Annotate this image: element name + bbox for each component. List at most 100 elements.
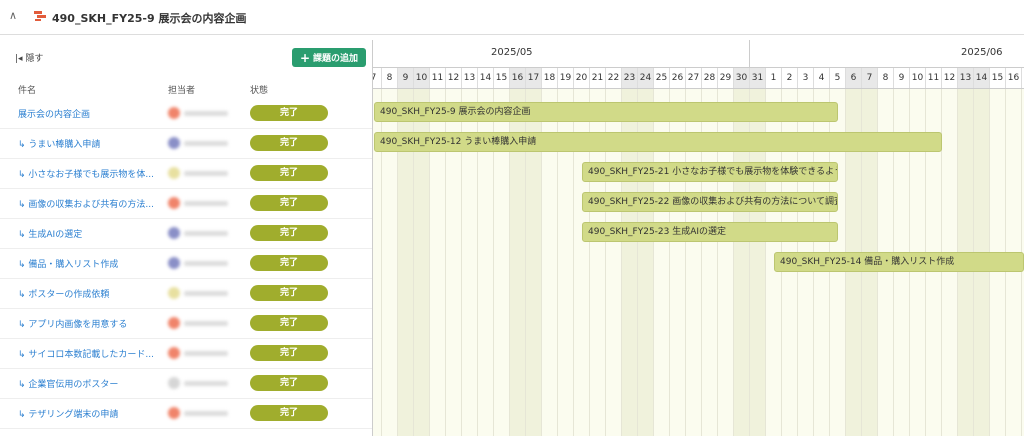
day-header-cell: 9: [398, 68, 414, 88]
column-header-assignee[interactable]: 担当者: [168, 83, 195, 96]
assignee-name-blurred: [184, 351, 228, 356]
status-badge[interactable]: 完了: [250, 195, 328, 211]
page-title: 490_SKH_FY25-9 展示会の内容企画: [52, 12, 247, 25]
month-label-may: 2025/05: [491, 47, 533, 58]
assignee-avatar: [168, 406, 240, 420]
gantt-task-bar[interactable]: 490_SKH_FY25-21 小さなお子様でも展示物を体験できるように、入力の…: [582, 162, 838, 182]
day-header-cell: 9: [894, 68, 910, 88]
day-header-cell: 14: [974, 68, 990, 88]
hide-button[interactable]: |◂ 隠す: [15, 51, 43, 64]
table-row[interactable]: ↳ テザリング端末の申請 完了: [0, 398, 372, 429]
gantt-task-bar[interactable]: 490_SKH_FY25-9 展示会の内容企画: [374, 102, 838, 122]
task-name-link[interactable]: ↳ 企業官伝用のポスター: [18, 377, 160, 390]
day-header-cell: 7: [373, 68, 382, 88]
status-badge[interactable]: 完了: [250, 135, 328, 151]
day-header-cell: 10: [414, 68, 430, 88]
day-header-cell: 20: [574, 68, 590, 88]
table-row[interactable]: ↳ サイコロ本数記載したカード... 完了: [0, 338, 372, 369]
day-header: 7 8 9 10 11 12 13 14 15 16 17 18 19 20 21 22 23 24 25 26 27 2…: [373, 68, 1024, 89]
month-header: 2025/05 2025/06: [373, 40, 1024, 68]
day-header-cell: 16: [1006, 68, 1022, 88]
table-row[interactable]: ↳ うまい棒購入申請 完了: [0, 128, 372, 159]
plus-icon: +: [299, 50, 311, 65]
avatar: [168, 227, 180, 239]
table-row[interactable]: ↳ ポスターの作成依頼 完了: [0, 278, 372, 309]
gantt-chart: 2025/05 2025/06 7 8 9 10 11 12 13 14 15 16 17 18 19 2…: [373, 40, 1024, 436]
avatar: [168, 257, 180, 269]
status-badge[interactable]: 完了: [250, 165, 328, 181]
day-header-cell: 26: [670, 68, 686, 88]
task-list-panel: |◂ 隠す + 課題の追加 件名 担当者 状態 展示会の内容企画 完了 ↳ うまい棒…: [0, 40, 373, 436]
day-header-cell: 1: [766, 68, 782, 88]
day-header-cell: 16: [510, 68, 526, 88]
table-row[interactable]: ↳ 企業官伝用のポスター 完了: [0, 368, 372, 399]
day-header-cell: 6: [846, 68, 862, 88]
assignee-name-blurred: [184, 321, 228, 326]
gantt-task-bar[interactable]: 490_SKH_FY25-22 画像の収集および共有の方法について調査する: [582, 192, 838, 212]
assignee-name-blurred: [184, 261, 228, 266]
status-badge[interactable]: 完了: [250, 375, 328, 391]
day-header-cell: 15: [494, 68, 510, 88]
table-row[interactable]: ↳ 生成AIの選定 完了: [0, 218, 372, 249]
day-header-cell: 8: [382, 68, 398, 88]
task-name-link[interactable]: ↳ サイコロ本数記載したカード...: [18, 347, 160, 360]
day-header-cell: 12: [942, 68, 958, 88]
day-header-cell: 30: [734, 68, 750, 88]
day-header-cell: 11: [926, 68, 942, 88]
avatar: [168, 377, 180, 389]
chevron-up-icon[interactable]: ∧: [9, 9, 17, 22]
assignee-name-blurred: [184, 381, 228, 386]
status-badge[interactable]: 完了: [250, 225, 328, 241]
status-badge[interactable]: 完了: [250, 255, 328, 271]
add-issue-label: 課題の追加: [313, 54, 359, 64]
status-badge[interactable]: 完了: [250, 315, 328, 331]
status-badge[interactable]: 完了: [250, 285, 328, 301]
task-name-link[interactable]: ↳ テザリング端末の申請: [18, 407, 160, 420]
task-name-link[interactable]: ↳ 画像の収集および共有の方法...: [18, 197, 160, 210]
status-badge[interactable]: 完了: [250, 345, 328, 361]
hide-label: 隠す: [25, 54, 44, 64]
task-name-link[interactable]: ↳ 生成AIの選定: [18, 227, 160, 240]
assignee-name-blurred: [184, 411, 228, 416]
status-badge[interactable]: 完了: [250, 105, 328, 121]
day-header-cell: 10: [910, 68, 926, 88]
gantt-task-bar[interactable]: 490_SKH_FY25-14 備品・購入リスト作成: [774, 252, 1024, 272]
task-name-link[interactable]: ↳ 備品・購入リスト作成: [18, 257, 160, 270]
status-badge[interactable]: 完了: [250, 405, 328, 421]
table-row[interactable]: ↳ アプリ内画像を用意する 完了: [0, 308, 372, 339]
day-header-cell: 13: [958, 68, 974, 88]
day-header-cell: 23: [622, 68, 638, 88]
table-row[interactable]: ↳ 小さなお子様でも展示物を体... 完了: [0, 158, 372, 189]
assignee-avatar: [168, 286, 240, 300]
avatar: [168, 167, 180, 179]
task-name-link[interactable]: ↳ アプリ内画像を用意する: [18, 317, 160, 330]
gantt-task-bar[interactable]: 490_SKH_FY25-12 うまい棒購入申請: [374, 132, 942, 152]
assignee-avatar: [168, 196, 240, 210]
table-row[interactable]: ↳ 画像の収集および共有の方法... 完了: [0, 188, 372, 219]
gantt-task-bar[interactable]: 490_SKH_FY25-23 生成AIの選定: [582, 222, 838, 242]
column-header-name[interactable]: 件名: [18, 83, 36, 96]
day-header-cell: 12: [446, 68, 462, 88]
day-header-cell: 27: [686, 68, 702, 88]
avatar: [168, 107, 180, 119]
assignee-name-blurred: [184, 201, 228, 206]
assignee-avatar: [168, 346, 240, 360]
task-name-link[interactable]: ↳ 小さなお子様でも展示物を体...: [18, 167, 160, 180]
column-header-status[interactable]: 状態: [250, 83, 268, 96]
add-issue-button[interactable]: + 課題の追加: [292, 48, 366, 67]
table-row[interactable]: ↳ 備品・購入リスト作成 完了: [0, 248, 372, 279]
day-header-cell: 28: [702, 68, 718, 88]
day-header-cell: 21: [590, 68, 606, 88]
assignee-avatar: [168, 316, 240, 330]
task-name-link[interactable]: ↳ ポスターの作成依頼: [18, 287, 160, 300]
task-name-link[interactable]: ↳ うまい棒購入申請: [18, 137, 160, 150]
table-row[interactable]: 展示会の内容企画 完了: [0, 98, 372, 129]
gantt-icon: [34, 11, 46, 21]
avatar: [168, 317, 180, 329]
project-header: ∧ 490_SKH_FY25-9 展示会の内容企画: [0, 0, 1024, 35]
day-header-cell: 13: [462, 68, 478, 88]
day-header-cell: 22: [606, 68, 622, 88]
task-name-link[interactable]: 展示会の内容企画: [18, 107, 160, 120]
assignee-avatar: [168, 166, 240, 180]
assignee-avatar: [168, 226, 240, 240]
